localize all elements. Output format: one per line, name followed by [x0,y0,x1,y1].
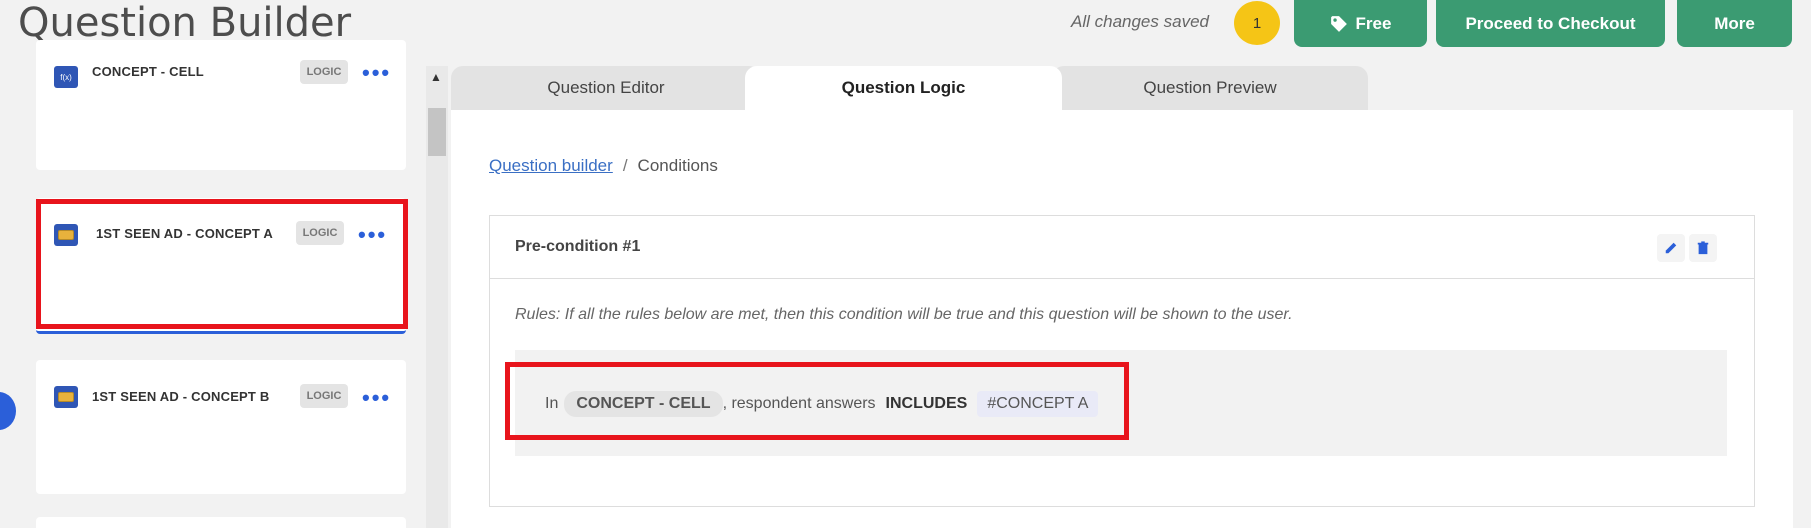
highlight-box [36,199,408,329]
question-card[interactable] [36,517,406,528]
condition-card: Pre-condition #1 Rules: If all the rules… [489,215,1755,507]
breadcrumb-current: Conditions [637,156,718,175]
side-handle[interactable] [0,392,16,430]
question-card-title: CONCEPT - CELL [92,64,204,79]
more-options-icon[interactable]: ••• [362,387,391,409]
condition-title: Pre-condition #1 [515,238,641,255]
media-icon [54,386,78,408]
tab-question-preview[interactable]: Question Preview [1052,66,1368,110]
free-button-label: Free [1355,13,1392,33]
notification-badge[interactable]: 1 [1234,1,1280,45]
delete-condition-button[interactable] [1689,234,1717,262]
scroll-up-icon[interactable]: ▲ [430,70,442,84]
edit-condition-button[interactable] [1657,234,1685,262]
trash-icon [1697,241,1709,255]
function-icon: f(x) [54,66,78,88]
breadcrumb-link-question-builder[interactable]: Question builder [489,156,613,175]
highlight-box [505,362,1129,440]
tab-question-editor[interactable]: Question Editor [451,66,761,110]
question-card[interactable]: f(x) CONCEPT - CELL LOGIC ••• [36,40,406,170]
pencil-icon [1665,242,1677,254]
more-options-icon[interactable]: ••• [362,62,391,84]
rules-description: Rules: If all the rules below are met, t… [515,306,1293,323]
proceed-to-checkout-button[interactable]: Proceed to Checkout [1436,0,1665,47]
breadcrumb: Question builder / Conditions [489,156,718,176]
condition-header: Pre-condition #1 [490,216,1754,279]
scrollbar-thumb[interactable] [428,108,446,156]
logic-badge[interactable]: LOGIC [300,60,348,84]
save-status: All changes saved [1071,12,1209,31]
free-button[interactable]: Free [1294,0,1427,47]
more-button[interactable]: More [1677,0,1792,47]
tag-icon [1330,15,1347,32]
question-card[interactable]: 1ST SEEN AD - CONCEPT B LOGIC ••• [36,360,406,494]
logic-badge[interactable]: LOGIC [300,384,348,408]
question-card-title: 1ST SEEN AD - CONCEPT B [92,389,270,404]
breadcrumb-separator: / [622,156,628,175]
tab-question-logic[interactable]: Question Logic [745,66,1062,110]
